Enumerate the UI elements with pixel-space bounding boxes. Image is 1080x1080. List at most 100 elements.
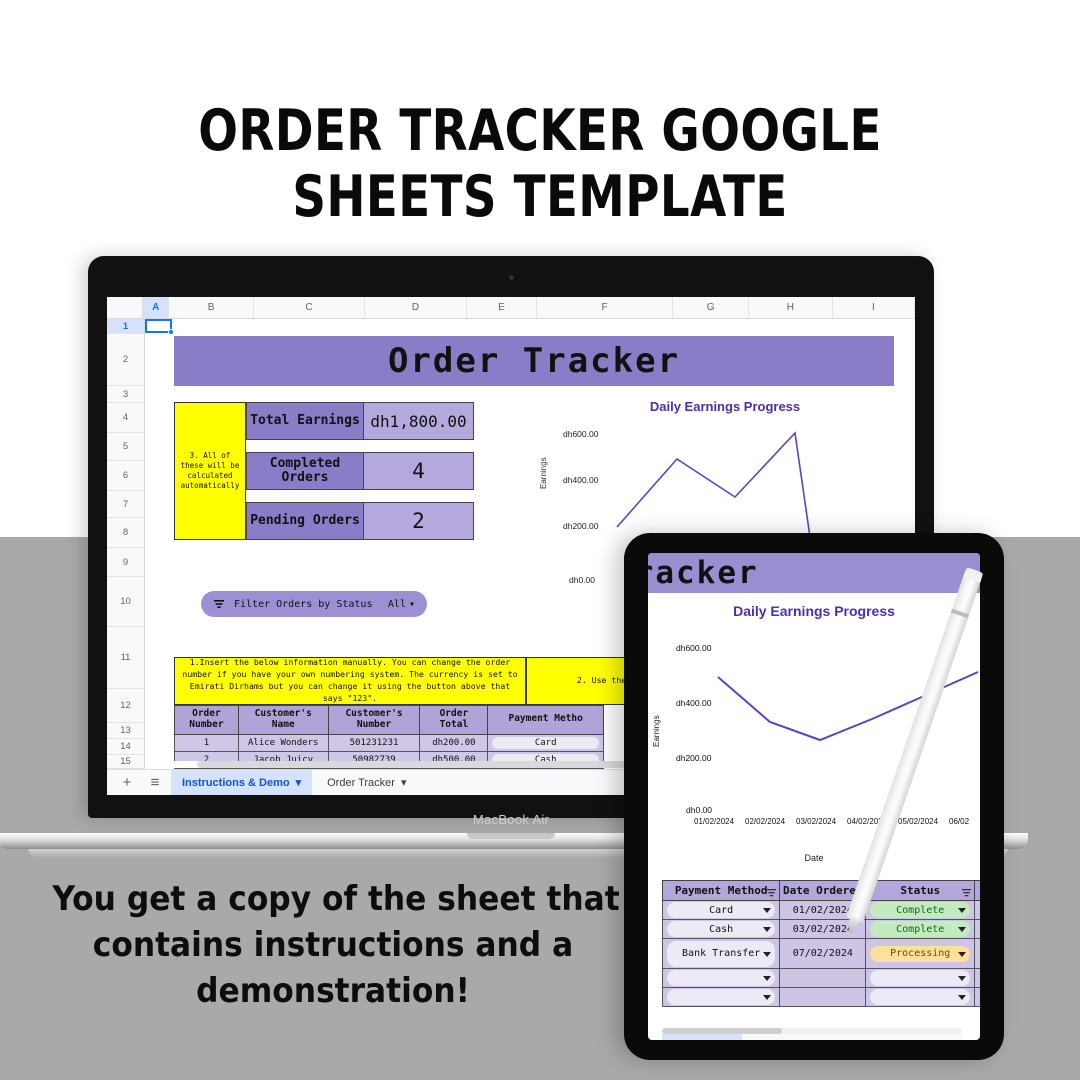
sheet-tab-order-tracker[interactable]: Order Tracker ▾ bbox=[316, 770, 417, 796]
cell-payment-method[interactable]: Card bbox=[487, 733, 604, 752]
table-row[interactable]: 1 Alice Wonders 501231231 dh200.00 Card bbox=[174, 733, 604, 752]
table-row[interactable] bbox=[661, 968, 980, 989]
row-header-6[interactable]: 6 bbox=[107, 461, 144, 491]
cell-date-ordered[interactable] bbox=[779, 968, 867, 989]
filter-selected-value[interactable]: All bbox=[388, 599, 406, 610]
chevron-down-icon[interactable] bbox=[958, 908, 967, 914]
table-row[interactable]: Bank Transfer 07/02/2024 Processing bbox=[661, 938, 980, 970]
chevron-down-icon[interactable] bbox=[958, 951, 967, 957]
chevron-down-icon[interactable] bbox=[763, 995, 772, 1001]
row-header-8[interactable]: 8 bbox=[107, 518, 144, 548]
fill-handle[interactable] bbox=[168, 329, 174, 335]
row-header-3[interactable]: 3 bbox=[107, 386, 144, 403]
sheet-title-text: Order Tracker bbox=[387, 341, 681, 381]
active-tab-indicator[interactable] bbox=[662, 1034, 742, 1040]
chevron-down-icon[interactable] bbox=[763, 908, 772, 914]
cell-payment-method[interactable] bbox=[661, 968, 781, 989]
hamburger-icon[interactable]: ≡ bbox=[143, 771, 167, 795]
sheet-tab-instructions-demo[interactable]: Instructions & Demo ▾ bbox=[171, 769, 313, 795]
cell-status[interactable] bbox=[865, 987, 976, 1008]
filter-orders-button[interactable]: Filter Orders by Status All ▾ bbox=[201, 591, 427, 617]
col-payment-method[interactable]: Payment Metho bbox=[487, 705, 604, 735]
row-header-9[interactable]: 9 bbox=[107, 548, 144, 577]
col-status[interactable]: Status bbox=[865, 879, 976, 902]
column-header-d[interactable]: D bbox=[365, 297, 468, 318]
column-header-b[interactable]: B bbox=[169, 297, 255, 318]
active-cell-a1[interactable] bbox=[145, 319, 174, 335]
col-order-total[interactable]: Order Total bbox=[419, 705, 489, 735]
table-row[interactable]: Card 01/02/2024 Complete bbox=[661, 900, 980, 921]
cell-date-ordered[interactable] bbox=[779, 987, 867, 1008]
status-badge[interactable] bbox=[870, 970, 971, 987]
status-badge[interactable]: Processing bbox=[870, 945, 971, 962]
row-header-4[interactable]: 4 bbox=[107, 403, 144, 433]
chevron-down-icon[interactable] bbox=[958, 995, 967, 1001]
col-payment-method[interactable]: Payment Method bbox=[661, 879, 781, 902]
chevron-down-icon[interactable] bbox=[763, 951, 772, 957]
row-header-14[interactable]: 14 bbox=[107, 739, 144, 755]
cell-payment-method[interactable]: Card bbox=[661, 900, 781, 921]
payment-method-dropdown[interactable]: Card bbox=[667, 902, 776, 919]
column-header-e[interactable]: E bbox=[467, 297, 537, 318]
row-header-10[interactable]: 10 bbox=[107, 577, 144, 627]
kpi-pending-orders-value[interactable]: 2 bbox=[364, 502, 474, 540]
kpi-pending-orders-label: Pending Orders bbox=[246, 502, 364, 540]
column-header-i[interactable]: I bbox=[833, 297, 915, 318]
col-customer-number[interactable]: Customer's Number bbox=[327, 705, 421, 735]
caption-line-3: demonstration! bbox=[196, 971, 470, 1011]
cell-order-total[interactable]: dh200.00 bbox=[419, 733, 489, 752]
row-header-12[interactable]: 12 bbox=[107, 689, 144, 723]
table-row[interactable]: Cash 03/02/2024 Complete bbox=[661, 919, 980, 940]
sheet-tab-label: Instructions & Demo bbox=[182, 776, 290, 789]
row-header-2[interactable]: 2 bbox=[107, 334, 144, 386]
row-header-5[interactable]: 5 bbox=[107, 433, 144, 461]
status-badge[interactable]: Complete bbox=[870, 902, 971, 919]
table-row[interactable] bbox=[661, 987, 980, 1008]
chevron-down-icon[interactable]: ▾ bbox=[401, 776, 407, 789]
tablet-sheet-tabbar[interactable] bbox=[662, 1034, 962, 1040]
filter-icon[interactable] bbox=[962, 887, 972, 900]
col-customer-name[interactable]: Customer's Name bbox=[237, 705, 329, 735]
column-header-f[interactable]: F bbox=[537, 297, 674, 318]
column-header-a[interactable]: A bbox=[143, 297, 170, 318]
status-badge[interactable]: Complete bbox=[870, 921, 971, 938]
chevron-down-icon[interactable] bbox=[763, 976, 772, 982]
cell-payment-method[interactable]: Bank Transfer bbox=[661, 938, 781, 970]
plus-icon[interactable]: + bbox=[115, 771, 139, 795]
row-header-7[interactable]: 7 bbox=[107, 491, 144, 518]
chevron-down-icon[interactable] bbox=[958, 927, 967, 933]
cell-customer-name[interactable]: Alice Wonders bbox=[237, 733, 329, 752]
status-badge[interactable] bbox=[870, 989, 971, 1006]
row-header-11[interactable]: 11 bbox=[107, 627, 144, 689]
kpi-completed-orders-value[interactable]: 4 bbox=[364, 452, 474, 490]
row-header-13[interactable]: 13 bbox=[107, 723, 144, 739]
chevron-down-icon[interactable] bbox=[763, 927, 772, 933]
payment-method-pill[interactable]: Card bbox=[492, 736, 599, 749]
cell-status[interactable]: Complete bbox=[865, 919, 976, 940]
payment-method-dropdown[interactable]: Cash bbox=[667, 921, 776, 938]
chevron-down-icon[interactable]: ▾ bbox=[296, 776, 302, 789]
column-header-c[interactable]: C bbox=[254, 297, 365, 318]
cell-status[interactable]: Processing bbox=[865, 938, 976, 970]
cell-payment-method[interactable]: Cash bbox=[661, 919, 781, 940]
cell-customer-number[interactable]: 501231231 bbox=[327, 733, 421, 752]
payment-method-dropdown[interactable] bbox=[667, 970, 776, 987]
cell-status[interactable]: Complete bbox=[865, 900, 976, 921]
col-order-number[interactable]: Order Number bbox=[174, 705, 239, 735]
row-header-15[interactable]: 15 bbox=[107, 755, 144, 769]
cell-order-number[interactable]: 1 bbox=[174, 733, 239, 752]
cell-payment-method[interactable] bbox=[661, 987, 781, 1008]
payment-method-dropdown[interactable]: Bank Transfer bbox=[667, 940, 776, 967]
select-all-corner[interactable] bbox=[107, 297, 144, 318]
tablet-screen: Tracker Daily Earnings Progress Earnings… bbox=[648, 553, 980, 1040]
chevron-down-icon[interactable] bbox=[958, 976, 967, 982]
kpi-total-earnings-value[interactable]: dh1,800.00 bbox=[364, 402, 474, 440]
payment-method-dropdown[interactable] bbox=[667, 989, 776, 1006]
column-header-g[interactable]: G bbox=[673, 297, 749, 318]
cell-date-ordered[interactable]: 07/02/2024 bbox=[779, 938, 867, 970]
filter-icon[interactable] bbox=[767, 887, 777, 900]
caption-line-2: contains instructions and a bbox=[92, 925, 574, 965]
column-header-h[interactable]: H bbox=[749, 297, 833, 318]
row-header-1[interactable]: 1 bbox=[107, 319, 144, 334]
cell-status[interactable] bbox=[865, 968, 976, 989]
